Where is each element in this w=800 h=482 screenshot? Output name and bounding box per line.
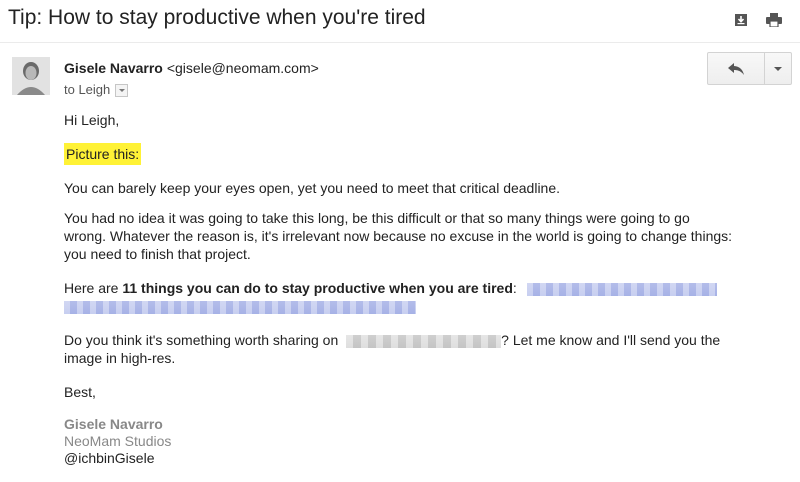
paragraph-1: You can barely keep your eyes open, yet … (64, 180, 561, 196)
header-divider (0, 42, 800, 43)
more-options-button[interactable] (765, 53, 791, 84)
paragraph-3-bold: 11 things you can do to stay productive … (122, 280, 513, 296)
show-details-icon[interactable] (115, 84, 129, 97)
paragraph-4-line-2: image in high-res. (64, 350, 176, 366)
download-icon[interactable] (734, 13, 748, 27)
signature-name: Gisele Navarro (64, 416, 163, 432)
paragraph-2-line-2: wrong. Whatever the reason is, it's irre… (64, 228, 733, 244)
paragraph-3-line-2 (64, 298, 416, 315)
paragraph-3-prefix: Here are (64, 280, 123, 296)
highlighted-text: Picture this: (64, 143, 142, 165)
paragraph-3-suffix: : (512, 280, 517, 296)
reply-icon (728, 62, 744, 75)
signature-company: NeoMam Studios (64, 433, 172, 449)
sender-line: Gisele Navarro <gisele@neomam.com> (64, 60, 319, 76)
print-icon[interactable] (766, 13, 782, 27)
header-actions (734, 13, 782, 27)
reply-button[interactable] (708, 53, 765, 84)
redacted-link-continued[interactable] (64, 300, 416, 314)
highlight-line: Picture this: (64, 143, 142, 165)
sender-name[interactable]: Gisele Navarro (64, 60, 163, 76)
paragraph-3: Here are 11 things you can do to stay pr… (64, 280, 717, 297)
paragraph-4-suffix: ? Let me know and I'll send you the (501, 332, 721, 348)
paragraph-4-prefix: Do you think it's something worth sharin… (64, 332, 339, 348)
recipient-line: to Leigh (64, 82, 129, 97)
paragraph-2-line-1: You had no idea it was going to take thi… (64, 210, 690, 226)
sender-email: <gisele@neomam.com> (166, 60, 319, 76)
avatar (12, 57, 50, 95)
reply-button-group (707, 52, 792, 85)
email-subject: Tip: How to stay productive when you're … (8, 6, 426, 29)
recipient-label: to Leigh (64, 82, 111, 97)
greeting: Hi Leigh, (64, 112, 120, 128)
signature-handle: @ichbinGisele (64, 450, 155, 466)
redacted-text (346, 334, 502, 348)
closing: Best, (64, 384, 96, 400)
paragraph-2-line-3: you need to finish that project. (64, 246, 251, 262)
redacted-link[interactable] (526, 282, 717, 296)
paragraph-4: Do you think it's something worth sharin… (64, 332, 720, 349)
